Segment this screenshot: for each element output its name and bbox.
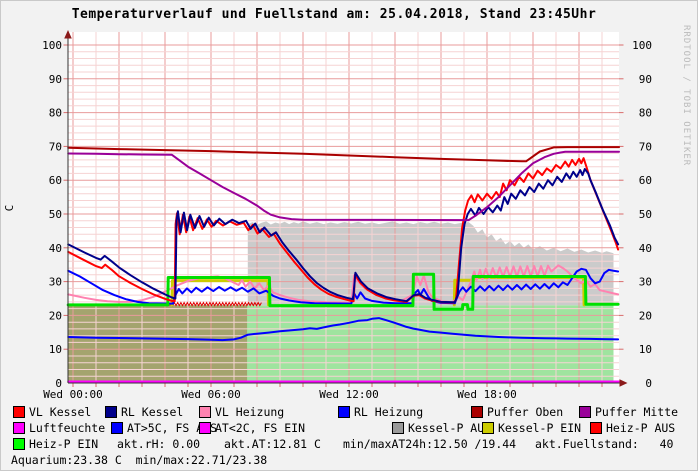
legend-label: Puffer Mitte bbox=[595, 406, 678, 418]
legend-swatch-icon bbox=[13, 438, 25, 450]
legend-swatch-icon bbox=[590, 422, 602, 434]
x-tick-label: Wed 00:00 bbox=[43, 388, 103, 401]
legend-label: RL Heizung bbox=[354, 406, 423, 418]
y-tick-label-left: 60 bbox=[49, 174, 62, 187]
legend-swatch-icon bbox=[579, 406, 591, 418]
y-tick-label-right: 10 bbox=[639, 343, 652, 356]
y-tick-label-right: 100 bbox=[632, 39, 652, 52]
legend-label: AT<2C, FS EIN bbox=[215, 422, 305, 434]
y-tick-label-right: 90 bbox=[639, 73, 652, 86]
legend-swatch-icon bbox=[13, 422, 25, 434]
legend-swatch-icon bbox=[482, 422, 494, 434]
legend-swatch-icon bbox=[392, 422, 404, 434]
y-tick-label-right: 20 bbox=[639, 309, 652, 322]
legend-swatch-icon bbox=[111, 422, 123, 434]
x-tick-label: Wed 06:00 bbox=[181, 388, 241, 401]
x-tick-label: Wed 12:00 bbox=[319, 388, 379, 401]
rrdtool-graph: Temperaturverlauf und Fuellstand am: 25.… bbox=[0, 0, 698, 471]
y-tick-label-right: 0 bbox=[645, 377, 652, 390]
y-tick-label-left: 70 bbox=[49, 140, 62, 153]
legend-swatch-icon bbox=[13, 406, 25, 418]
legend-label: Heiz-P AUS bbox=[606, 422, 675, 434]
legend-label: Puffer Oben bbox=[487, 406, 563, 418]
y-tick-label-left: 10 bbox=[49, 343, 62, 356]
y-tick-label-right: 60 bbox=[639, 174, 652, 187]
y-tick-label-left: 30 bbox=[49, 276, 62, 289]
legend-swatch-icon bbox=[338, 406, 350, 418]
legend-label: VL Heizung bbox=[215, 406, 284, 418]
y-tick-label-right: 80 bbox=[639, 107, 652, 120]
y-tick-label-right: 50 bbox=[639, 208, 652, 221]
chart-canvas: 0010102020303040405050606070708080909010… bbox=[1, 1, 698, 403]
y-tick-label-left: 80 bbox=[49, 107, 62, 120]
y-tick-label-right: 40 bbox=[639, 242, 652, 255]
y-axis-unit-label: C bbox=[3, 205, 16, 212]
x-tick-label: Wed 18:00 bbox=[457, 388, 517, 401]
y-tick-label-left: 40 bbox=[49, 242, 62, 255]
legend-label: VL Kessel bbox=[29, 406, 91, 418]
legend-swatch-icon bbox=[199, 422, 211, 434]
rrdtool-watermark: RRDTOOL / TOBI OETIKER bbox=[681, 25, 691, 166]
legend-stat-0: akt.rH: 0.00 bbox=[117, 438, 200, 450]
legend-stat-2: min/maxAT24h:12.50 /19.44 bbox=[343, 438, 516, 450]
legend-swatch-icon bbox=[105, 406, 117, 418]
x-axis-arrow-icon bbox=[620, 379, 628, 387]
y-tick-label-left: 50 bbox=[49, 208, 62, 221]
legend-label: Kessel-P AUS bbox=[408, 422, 491, 434]
legend-swatch-icon bbox=[199, 406, 211, 418]
legend-label: Kessel-P EIN bbox=[498, 422, 581, 434]
legend-swatch-icon bbox=[471, 406, 483, 418]
y-tick-label-left: 90 bbox=[49, 73, 62, 86]
legend-label: RL Kessel bbox=[121, 406, 183, 418]
legend-label: Heiz-P EIN bbox=[29, 438, 98, 450]
kessel-p-aus-night-area bbox=[68, 305, 247, 381]
legend-stat-1: akt.AT:12.81 C bbox=[224, 438, 321, 450]
y-tick-label-right: 30 bbox=[639, 276, 652, 289]
legend-stat-3: akt.Fuellstand: 40 bbox=[535, 438, 673, 450]
legend-label: Luftfeuchte bbox=[29, 422, 105, 434]
legend-aquarium-stat: Aquarium:23.38 C min/max:22.71/23.38 bbox=[11, 454, 267, 466]
y-tick-label-right: 70 bbox=[639, 140, 652, 153]
y-tick-label-left: 100 bbox=[42, 39, 62, 52]
y-tick-label-left: 20 bbox=[49, 309, 62, 322]
